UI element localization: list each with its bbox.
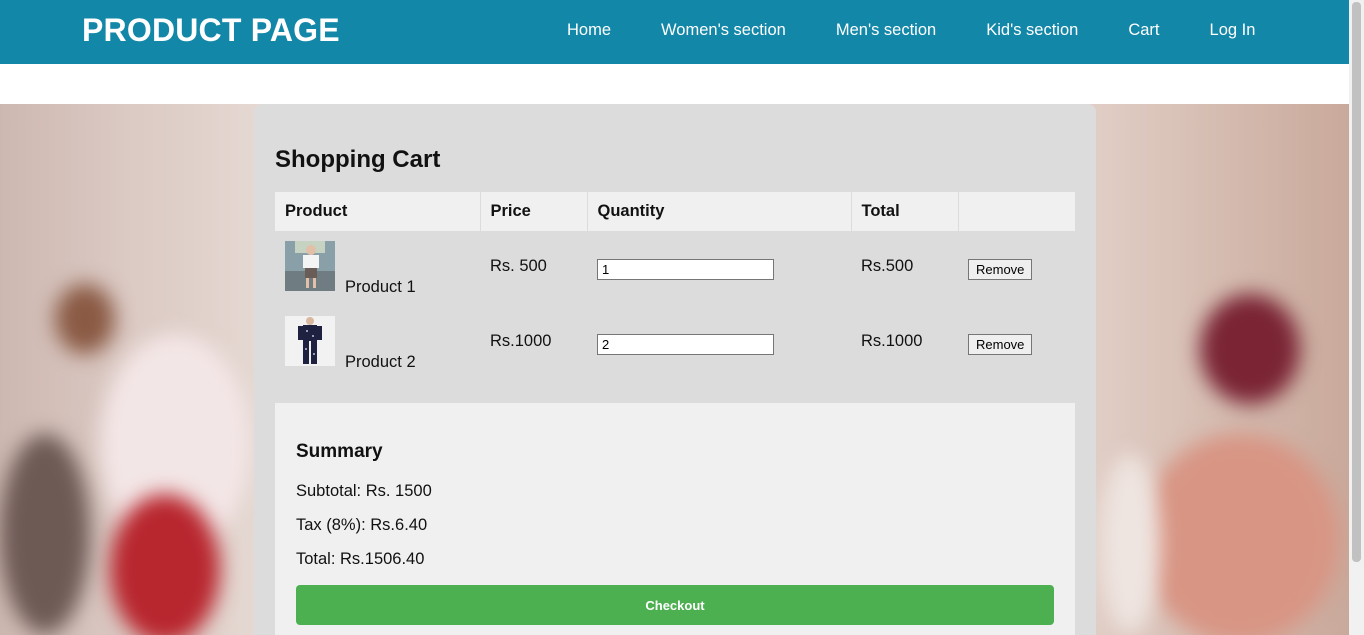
quantity-input[interactable] <box>597 259 774 280</box>
quantity-cell <box>587 231 851 306</box>
page-scrollbar[interactable] <box>1349 0 1364 635</box>
column-header-total: Total <box>851 192 959 231</box>
tax-text: Tax (8%): Rs.6.40 <box>296 516 428 534</box>
product-name: Product 2 <box>345 353 416 371</box>
nav-home[interactable]: Home <box>567 21 611 40</box>
nav-kids-section[interactable]: Kid's section <box>986 21 1078 40</box>
remove-button[interactable]: Remove <box>968 334 1033 355</box>
column-header-actions <box>958 192 1075 231</box>
product-cell: Product 2 <box>275 306 480 381</box>
summary-title: Summary <box>296 441 383 462</box>
table-row: Product 2 Rs.1000 Rs.1000 Remove <box>275 306 1075 381</box>
column-header-price: Price <box>480 192 588 231</box>
column-header-quantity: Quantity <box>587 192 852 231</box>
action-cell: Remove <box>958 231 1075 306</box>
product-1-image <box>285 241 335 291</box>
nav-womens-section[interactable]: Women's section <box>661 21 786 40</box>
product-2-image <box>285 316 335 366</box>
nav-mens-section[interactable]: Men's section <box>836 21 936 40</box>
subtotal-text: Subtotal: Rs. 1500 <box>296 482 432 500</box>
main-nav: Home Women's section Men's section Kid's… <box>567 21 1255 40</box>
checkout-button[interactable]: Checkout <box>296 585 1054 625</box>
total-cell: Rs.500 <box>861 257 914 275</box>
brand-title: PRODUCT PAGE <box>82 12 340 48</box>
price-cell: Rs.1000 <box>490 332 552 350</box>
site-header: PRODUCT PAGE Home Women's section Men's … <box>0 0 1349 64</box>
total-cell: Rs.1000 <box>861 332 923 350</box>
scrollbar-thumb[interactable] <box>1352 2 1361 562</box>
nav-login[interactable]: Log In <box>1210 21 1256 40</box>
product-cell: Product 1 <box>275 231 480 306</box>
summary-box: Summary Subtotal: Rs. 1500 Tax (8%): Rs.… <box>275 403 1075 635</box>
quantity-input[interactable] <box>597 334 774 355</box>
remove-button[interactable]: Remove <box>968 259 1033 280</box>
table-header-row: Product Price Quantity Total <box>275 192 1075 231</box>
cart-title: Shopping Cart <box>275 146 441 173</box>
nav-cart[interactable]: Cart <box>1128 21 1159 40</box>
cart-table: Product Price Quantity Total Product 1 R… <box>275 192 1075 381</box>
table-row: Product 1 Rs. 500 Rs.500 Remove <box>275 231 1075 306</box>
action-cell: Remove <box>958 306 1075 381</box>
price-cell: Rs. 500 <box>490 257 547 275</box>
cart-panel: Shopping Cart Product Price Quantity Tot… <box>254 104 1096 635</box>
total-text: Total: Rs.1506.40 <box>296 550 425 568</box>
column-header-product: Product <box>275 192 481 231</box>
product-name: Product 1 <box>345 278 416 296</box>
quantity-cell <box>587 306 851 381</box>
